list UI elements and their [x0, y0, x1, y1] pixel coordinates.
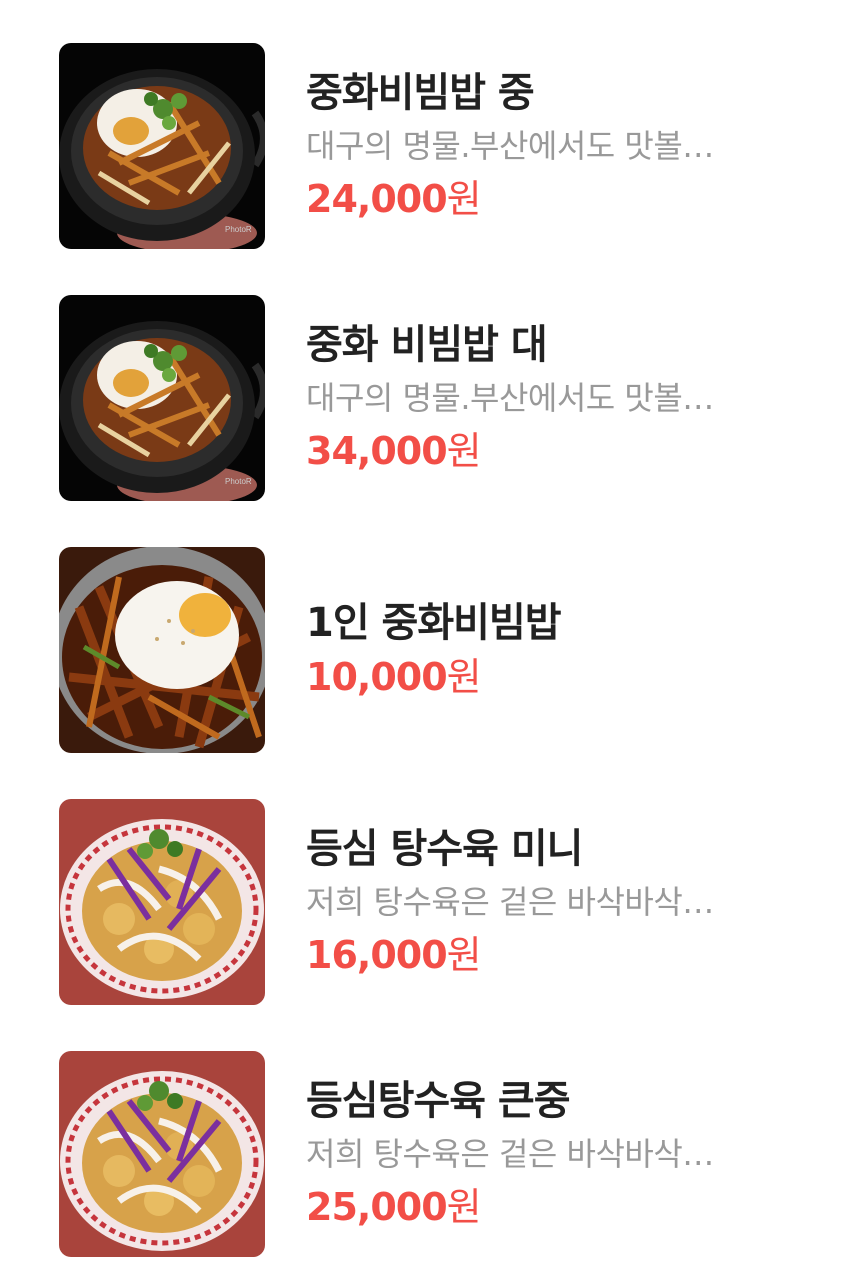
menu-item-info: 등심 탕수육 미니 저희 탕수육은 겉은 바삭바삭… 16,000원	[306, 799, 797, 1005]
menu-item-price: 24,000원	[306, 172, 797, 226]
price-value: 10,000	[306, 655, 448, 699]
menu-item[interactable]: 등심 탕수육 미니 저희 탕수육은 겉은 바삭바삭… 16,000원	[0, 799, 867, 1005]
menu-list: PhotoR 중화비빔밥 중 대구의 명물.부산에서도 맛볼… 24,000원	[0, 0, 867, 1280]
price-value: 25,000	[306, 1185, 448, 1229]
menu-item[interactable]: 1인 중화비빔밥 10,000원	[0, 547, 867, 753]
menu-item-name: 중화비빔밥 중	[306, 70, 535, 116]
menu-item-name: 등심탕수육 큰중	[306, 1078, 571, 1124]
menu-item-price: 25,000원	[306, 1180, 797, 1234]
menu-item-name: 등심 탕수육 미니	[306, 826, 583, 872]
menu-item-image	[59, 547, 265, 753]
price-currency: 원	[446, 1185, 482, 1229]
menu-item-info: 등심탕수육 큰중 저희 탕수육은 겉은 바삭바삭… 25,000원	[306, 1051, 797, 1257]
menu-item-image: PhotoR	[59, 43, 265, 249]
menu-item-info: 1인 중화비빔밥 10,000원	[306, 547, 797, 753]
price-currency: 원	[446, 177, 482, 221]
watermark-text: PhotoR	[225, 225, 252, 234]
price-value: 34,000	[306, 429, 448, 473]
menu-item-image	[59, 1051, 265, 1257]
price-value: 16,000	[306, 933, 448, 977]
menu-item-price: 34,000원	[306, 424, 797, 478]
menu-item-price: 16,000원	[306, 928, 797, 982]
menu-item-info: 중화비빔밥 중 대구의 명물.부산에서도 맛볼… 24,000원	[306, 43, 797, 249]
menu-item[interactable]: PhotoR 중화 비빔밥 대 대구의 명물.부산에서도 맛볼… 34,000원	[0, 295, 867, 501]
menu-item[interactable]: PhotoR 중화비빔밥 중 대구의 명물.부산에서도 맛볼… 24,000원	[0, 43, 867, 249]
menu-item-name: 중화 비빔밥 대	[306, 322, 548, 368]
menu-item[interactable]: 등심탕수육 큰중 저희 탕수육은 겉은 바삭바삭… 25,000원	[0, 1051, 867, 1257]
menu-item-description: 저희 탕수육은 겉은 바삭바삭…	[306, 1135, 714, 1173]
menu-item-info: 중화 비빔밥 대 대구의 명물.부산에서도 맛볼… 34,000원	[306, 295, 797, 501]
price-value: 24,000	[306, 177, 448, 221]
watermark-text: PhotoR	[225, 477, 252, 486]
menu-item-description: 대구의 명물.부산에서도 맛볼…	[306, 379, 714, 417]
menu-item-name: 1인 중화비빔밥	[306, 600, 562, 646]
price-currency: 원	[446, 933, 482, 977]
menu-item-description: 저희 탕수육은 겉은 바삭바삭…	[306, 883, 714, 921]
menu-item-image: PhotoR	[59, 295, 265, 501]
menu-item-image	[59, 799, 265, 1005]
menu-item-price: 10,000원	[306, 650, 797, 704]
price-currency: 원	[446, 655, 482, 699]
price-currency: 원	[446, 429, 482, 473]
menu-item-description: 대구의 명물.부산에서도 맛볼…	[306, 127, 714, 165]
